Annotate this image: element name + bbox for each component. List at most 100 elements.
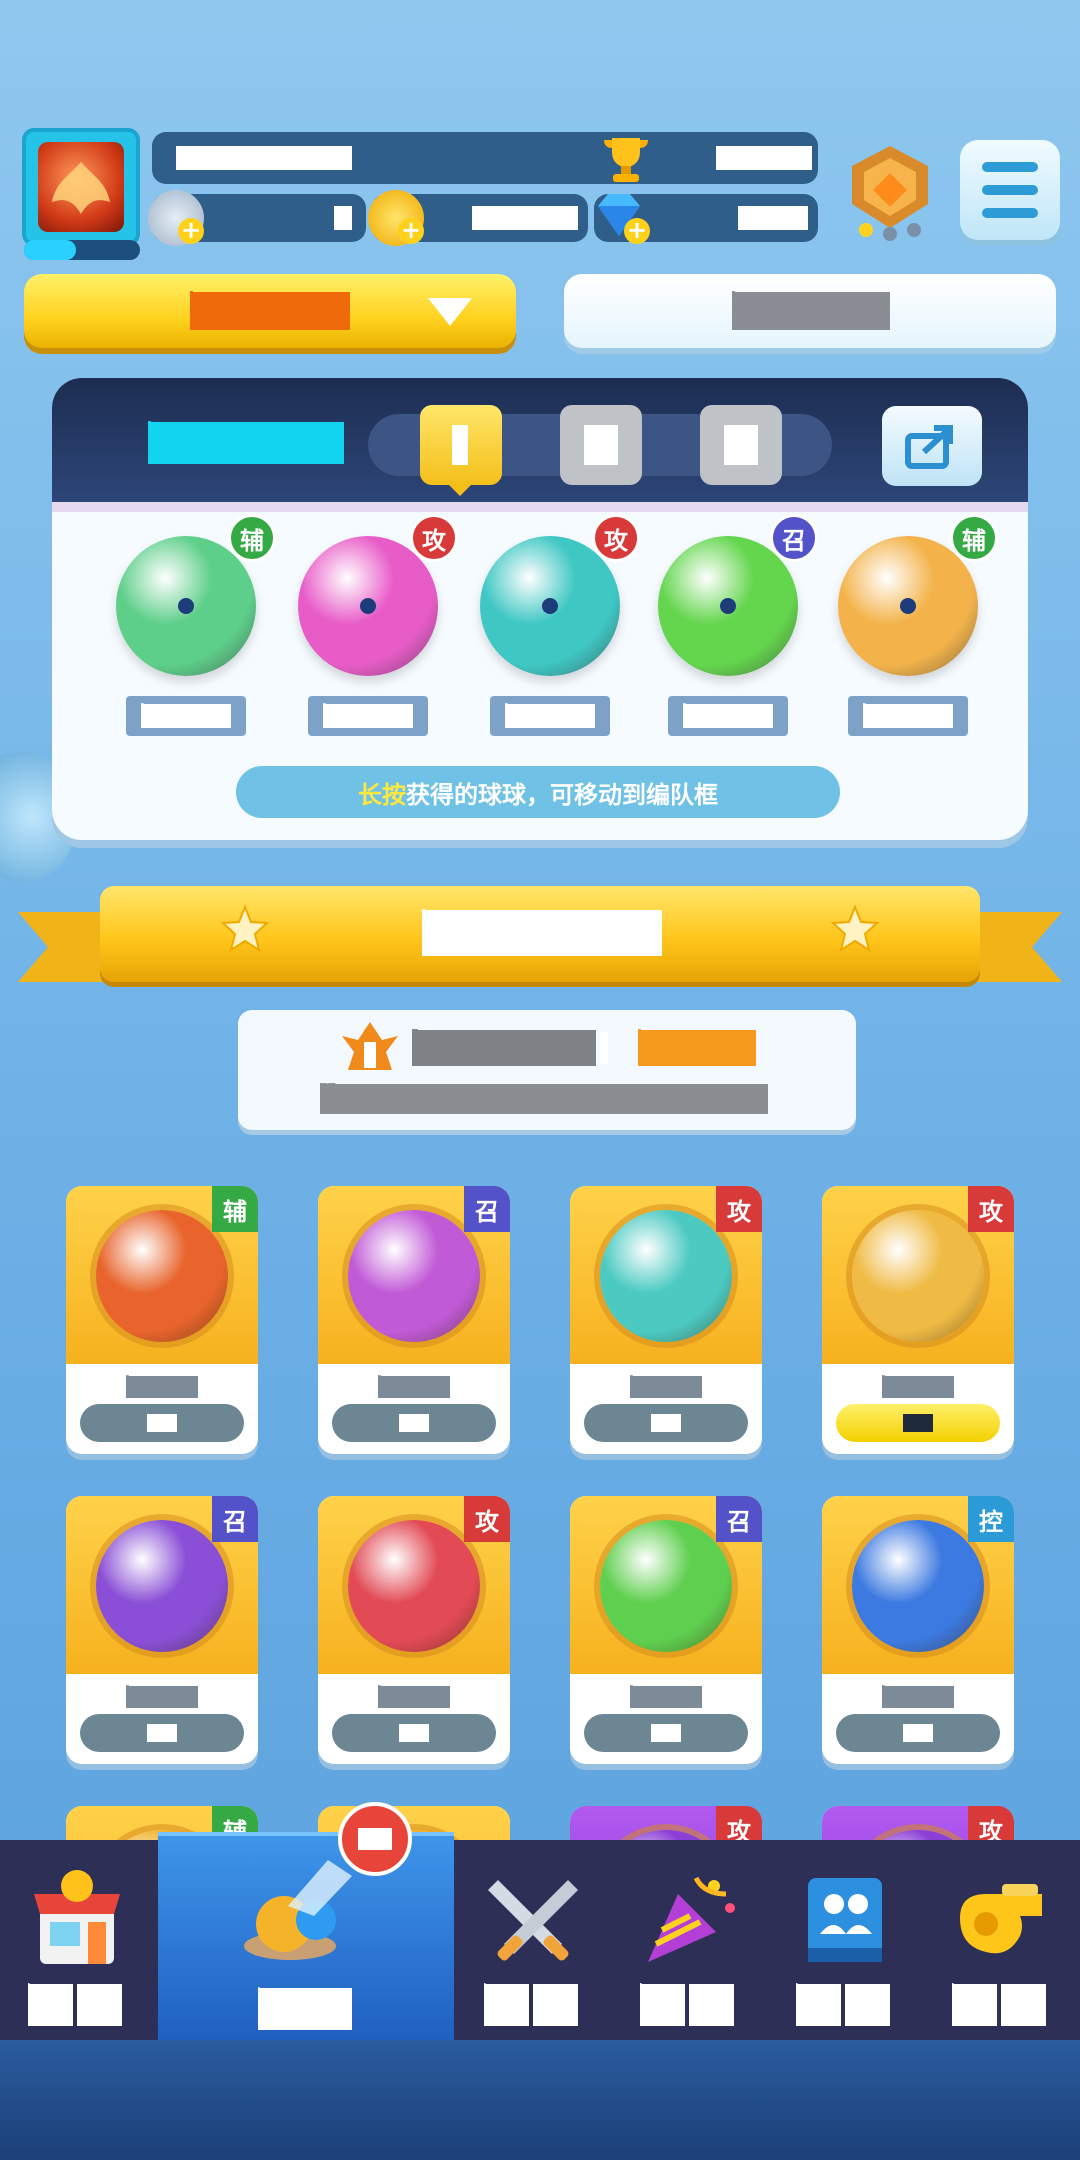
whistle-icon <box>946 1864 1056 1978</box>
ball-action-label <box>147 1414 177 1432</box>
role-badge: 辅 <box>212 1186 258 1232</box>
collection-info-card: ████████： ████ █████████. ██████████ <box>238 1010 856 1130</box>
member-level: ██.█ <box>668 696 788 736</box>
ball-action-button[interactable] <box>80 1714 244 1752</box>
ball-action-label <box>903 1724 933 1742</box>
ball-action-button[interactable] <box>332 1714 496 1752</box>
ball-core <box>720 598 736 614</box>
role-badge: 攻 <box>592 514 640 562</box>
nav-item-whistle[interactable]: ██ <box>924 1840 1080 2040</box>
ball-core <box>900 598 916 614</box>
team-member-ball[interactable] <box>298 536 438 676</box>
star-icon <box>220 904 270 953</box>
team-member-ball[interactable] <box>658 536 798 676</box>
ball-card[interactable]: 攻 ██.█ <box>822 1186 1014 1454</box>
nav-item-balls[interactable]: ██ <box>158 1802 454 2044</box>
nav-item-party[interactable]: ██ <box>612 1840 766 2040</box>
ball-card[interactable]: 辅 ██.█ <box>66 1186 258 1454</box>
ball-icon <box>348 1520 480 1652</box>
add-silver-plus-icon[interactable]: + <box>178 218 204 244</box>
team-name[interactable]: ████ <box>148 422 344 464</box>
nav-item-guild-book[interactable]: ██ <box>768 1840 922 2040</box>
ball-action-button[interactable] <box>584 1404 748 1442</box>
coin-amount <box>472 206 578 230</box>
add-gems-plus-icon[interactable]: + <box>624 218 650 244</box>
nav-label-divider <box>73 1984 77 2026</box>
bottom-safe-area <box>0 2040 1080 2160</box>
ball-card[interactable]: 控 ██.█ <box>822 1496 1014 1764</box>
team-tab-3-label <box>724 425 758 465</box>
ball-card[interactable]: 攻 ██.█ <box>570 1186 762 1454</box>
gem-amount <box>738 206 808 230</box>
chevron-down-icon <box>428 298 472 326</box>
mode-select-label: ████ <box>190 292 350 330</box>
ball-icon <box>96 1210 228 1342</box>
nav-label-divider <box>997 1984 1001 2026</box>
right-tab-button[interactable]: ████ <box>564 274 1056 348</box>
member-level: ██.█ <box>848 696 968 736</box>
ball-icon <box>600 1210 732 1342</box>
ball-action-button[interactable] <box>584 1714 748 1752</box>
info-subtext: █████████. ██████████ <box>320 1084 768 1114</box>
ball-card[interactable]: 攻 ██.█ <box>318 1496 510 1764</box>
mode-select-dropdown[interactable]: ████ <box>24 274 516 348</box>
role-badge: 控 <box>968 1496 1014 1542</box>
info-label: ████████： <box>412 1030 596 1066</box>
ball-card[interactable]: 召 ██.█ <box>570 1496 762 1764</box>
ball-level: ██.█ <box>126 1686 198 1708</box>
team-tab-1[interactable] <box>420 405 502 485</box>
ball-equipped-button[interactable] <box>836 1404 1000 1442</box>
ball-level: ██.█ <box>630 1376 702 1398</box>
member-level: ██.█ <box>490 696 610 736</box>
nav-label-divider <box>841 1984 845 2026</box>
ball-action-button[interactable] <box>332 1404 496 1442</box>
silver-currency: + <box>148 190 366 246</box>
member-level: ██.█ <box>308 696 428 736</box>
ball-card[interactable]: 召 ██.█ <box>66 1496 258 1764</box>
avatar <box>38 142 124 232</box>
ball-action-button[interactable] <box>836 1714 1000 1752</box>
menu-icon <box>982 162 1038 172</box>
ball-action-label <box>651 1724 681 1742</box>
role-badge: 攻 <box>464 1496 510 1542</box>
team-tab-2-label <box>584 425 618 465</box>
player-level-bar <box>24 240 140 260</box>
team-tab-3[interactable] <box>700 405 782 485</box>
ball-core <box>178 598 194 614</box>
player-level-fill <box>24 240 76 260</box>
menu-button[interactable] <box>960 140 1060 240</box>
team-member-ball[interactable] <box>480 536 620 676</box>
drag-hint: 长按 获得的球球，可移动到编队框 <box>236 766 840 818</box>
ball-action-label <box>903 1414 933 1432</box>
star-icon <box>830 904 880 953</box>
trophy-icon <box>604 138 648 182</box>
ball-action-button[interactable] <box>80 1404 244 1442</box>
team-tab-2[interactable] <box>560 405 642 485</box>
nav-item-shop[interactable]: ██ <box>0 1840 156 2040</box>
share-button[interactable] <box>882 406 982 486</box>
ball-card[interactable]: 召 ██.█ <box>318 1186 510 1454</box>
active-tab-pointer <box>446 482 474 496</box>
add-coins-plus-icon[interactable]: + <box>398 218 424 244</box>
nav-label-divider <box>529 1984 533 2026</box>
coin-currency: + <box>368 190 588 246</box>
ball-action-label <box>651 1414 681 1432</box>
team-member-ball[interactable] <box>116 536 256 676</box>
ball-icon <box>96 1520 228 1652</box>
right-tab-label: ████ <box>732 292 890 330</box>
ball-core <box>360 598 376 614</box>
team-panel: ████ 辅 ██.█ 攻 ██.█ 攻 ██.█ 召 ██.█ 辅 ██.█ 长按 获得的球球，可… <box>52 378 1028 840</box>
ball-icon <box>852 1210 984 1342</box>
team-member-ball[interactable] <box>838 536 978 676</box>
player-name <box>176 146 352 170</box>
ball-level: ██.█ <box>126 1376 198 1398</box>
collection-ribbon: ████ <box>100 886 980 982</box>
member-level-value: ██.█ <box>323 704 413 728</box>
nav-item-swords[interactable]: ██ <box>456 1840 610 2040</box>
rank-badge-icon[interactable] <box>844 142 936 242</box>
team-tab-1-label <box>452 425 468 465</box>
info-value: ████ <box>638 1030 756 1066</box>
silver-amount <box>334 206 352 230</box>
role-badge: 召 <box>464 1186 510 1232</box>
player-avatar-frame[interactable] <box>22 128 140 246</box>
